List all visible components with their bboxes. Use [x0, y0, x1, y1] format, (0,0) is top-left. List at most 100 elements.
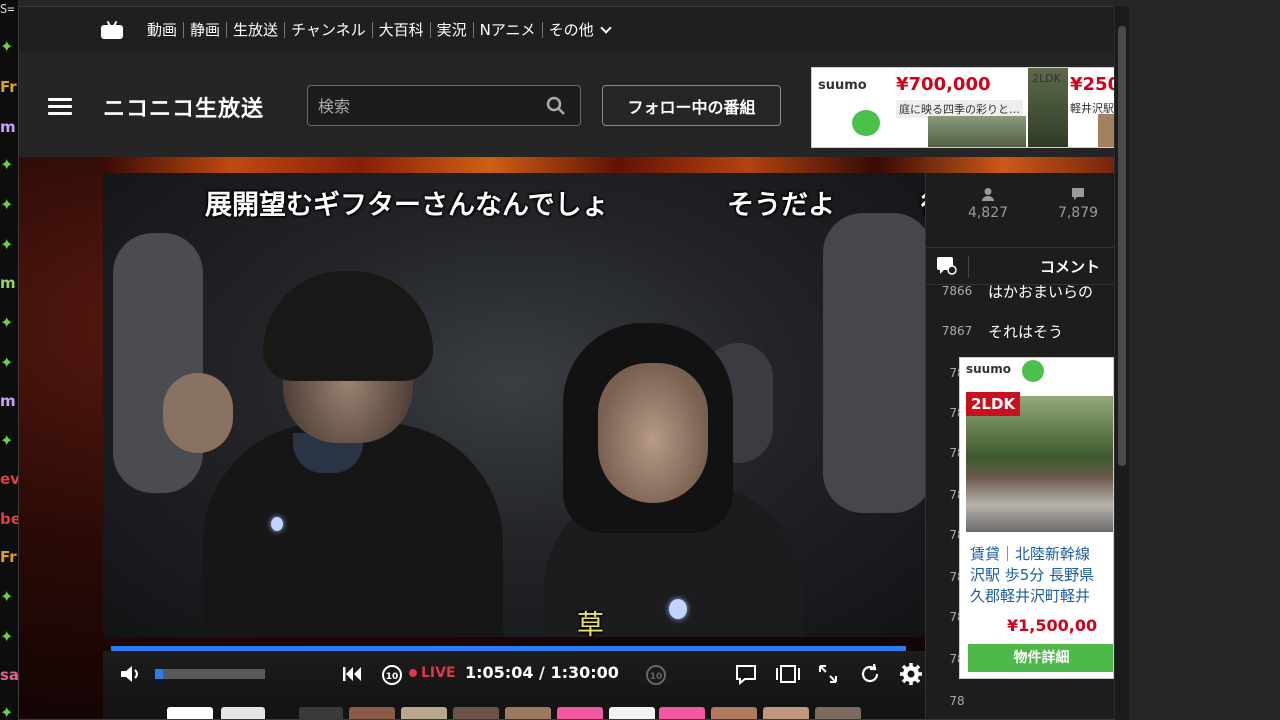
- gift-item[interactable]: [299, 707, 343, 719]
- streamer-woman: [543, 323, 863, 637]
- comment-row[interactable]: 7866 はかおまいらの: [926, 273, 1128, 309]
- layout-tag: 2LDK: [966, 392, 1021, 416]
- sparkle-icon: ✦: [0, 627, 14, 646]
- ad-description: 賃貸｜北陸新幹線 沢駅 歩5分 長野県 久郡軽井沢町軽井: [970, 544, 1113, 607]
- gift-item[interactable]: [221, 707, 265, 719]
- pin-light: [669, 599, 687, 619]
- strip-item: Fr: [0, 78, 17, 96]
- search-icon[interactable]: [546, 96, 566, 116]
- scrollbar[interactable]: [1114, 6, 1129, 720]
- ad-desc-line: 賃貸｜北陸新幹線: [970, 545, 1091, 563]
- live-label: LIVE: [421, 665, 456, 681]
- ad-photo: [928, 116, 1026, 147]
- search-input[interactable]: [318, 94, 538, 118]
- danmaku-comment: 草: [577, 610, 604, 637]
- strip-item: ev: [0, 470, 18, 488]
- gift-item[interactable]: [167, 707, 213, 719]
- volume-fill: [155, 669, 163, 679]
- suumo-logo: suumo: [818, 78, 867, 93]
- player-controls: 10 LIVE 1:05:04 / 1:30:00 10: [103, 651, 925, 699]
- ad-price: ¥700,000: [896, 74, 991, 95]
- sparkle-icon: ✦: [0, 155, 14, 174]
- danmaku-comment: 展開望むギフターさんなんでしょ: [205, 190, 609, 221]
- volume-icon[interactable]: [117, 661, 143, 687]
- ad-price: ¥1,500,00: [1007, 616, 1098, 635]
- gift-item[interactable]: [349, 707, 395, 719]
- volume-slider[interactable]: [155, 669, 265, 679]
- gift-item[interactable]: [659, 707, 705, 719]
- hamburger-menu-icon[interactable]: [48, 98, 72, 115]
- gift-item[interactable]: [711, 707, 757, 719]
- svg-text:10: 10: [650, 672, 663, 682]
- sparkle-icon: ✦: [0, 313, 14, 332]
- svg-text:10: 10: [386, 672, 399, 682]
- property-details-button[interactable]: 物件詳細: [968, 644, 1113, 672]
- ad-desc-line: 久郡軽井沢町軽井: [970, 587, 1091, 605]
- comment-text: はかおまいらの: [988, 282, 1094, 301]
- niconico-tv-icon[interactable]: [101, 20, 123, 39]
- ad-tag: 2LDK: [1032, 72, 1061, 85]
- comment-row[interactable]: 7867 それはそう: [926, 313, 1128, 349]
- theater-mode-icon[interactable]: [775, 661, 801, 687]
- rewind-10-icon[interactable]: 10: [379, 661, 405, 687]
- gift-item[interactable]: [609, 707, 655, 719]
- sparkle-icon: ✦: [0, 703, 14, 720]
- sparkle-icon: ✦: [0, 195, 14, 214]
- sparkle-icon: ✦: [0, 431, 14, 450]
- gift-item[interactable]: [453, 707, 499, 719]
- gift-item[interactable]: [815, 707, 861, 719]
- nav-jikkyo[interactable]: 実況: [431, 21, 473, 39]
- gift-item[interactable]: [401, 707, 447, 719]
- suumo-mascot-icon: [852, 110, 880, 136]
- scrollbar-thumb[interactable]: [1118, 26, 1126, 466]
- nav-live[interactable]: 生放送: [227, 21, 284, 39]
- strip-item: be: [0, 510, 18, 528]
- settings-gear-icon[interactable]: [898, 661, 924, 687]
- search-box: [307, 85, 581, 126]
- suumo-mascot-icon: [1022, 360, 1044, 382]
- ad-desc-line: 沢駅 歩5分 長野県: [970, 566, 1095, 584]
- forward-10-icon[interactable]: 10: [643, 661, 669, 687]
- nav-nanime[interactable]: Nアニメ: [474, 21, 542, 39]
- strip-item: sa: [0, 666, 18, 684]
- suumo-side-ad[interactable]: suumo 2LDK 賃貸｜北陸新幹線 沢駅 歩5分 長野県 久郡軽井沢町軽井 …: [959, 357, 1114, 679]
- sparkle-icon: ✦: [0, 235, 14, 254]
- comment-number: 7867: [941, 324, 973, 338]
- nav-more-label: その他: [548, 21, 594, 39]
- comment-text: それはそう: [988, 322, 1064, 341]
- suumo-logo: suumo: [966, 362, 1011, 376]
- viewer-count-value: 4,827: [967, 205, 1009, 221]
- comment-number: 7866: [941, 284, 973, 298]
- nav-channel[interactable]: チャンネル: [285, 21, 372, 39]
- nav-dic[interactable]: 大百科: [373, 21, 430, 39]
- nav-more[interactable]: その他: [543, 21, 616, 39]
- comment-row[interactable]: 78: [926, 683, 1128, 719]
- nav-seiga[interactable]: 静画: [184, 21, 226, 39]
- skip-back-to-start-icon[interactable]: [339, 661, 365, 687]
- live-dot: [409, 669, 417, 677]
- comment-toggle-icon[interactable]: [733, 661, 759, 687]
- reload-icon[interactable]: [857, 661, 883, 687]
- background-window-strip: S= ✦ Fr m ✦ ✦ ✦ m ✦ ✦ m ✦ ev be Fr ✦ ✦ s…: [0, 0, 18, 720]
- site-logo[interactable]: ニコニコ生放送: [103, 91, 264, 123]
- suumo-banner-ad[interactable]: suumo ¥700,000 庭に映る四季の彩りと… 2LDK ¥250 軽井沢…: [811, 67, 1115, 148]
- playback-time: 1:05:04 / 1:30:00: [465, 663, 619, 682]
- ad-photo: [1098, 114, 1114, 147]
- comment-count-value: 7,879: [1057, 205, 1099, 221]
- desktop-background: [1130, 0, 1280, 720]
- pin-light: [271, 517, 283, 531]
- live-video[interactable]: 展開望むギフターさんなんでしょ そうだよ 得 草: [103, 173, 925, 637]
- chevron-down-icon: [599, 22, 612, 34]
- strip-item: Fr: [0, 548, 17, 566]
- gift-item[interactable]: [763, 707, 809, 719]
- following-programs-button[interactable]: フォロー中の番組: [602, 85, 781, 126]
- fullscreen-icon[interactable]: [815, 661, 841, 687]
- comment-number: 78: [949, 694, 965, 708]
- gift-item[interactable]: [557, 707, 603, 719]
- strip-top-text: S=: [0, 2, 15, 16]
- ad-price: ¥250: [1070, 74, 1114, 95]
- strip-item: m: [0, 118, 16, 136]
- gift-item[interactable]: [505, 707, 551, 719]
- strip-item: m: [0, 392, 16, 410]
- nav-video[interactable]: 動画: [141, 21, 183, 39]
